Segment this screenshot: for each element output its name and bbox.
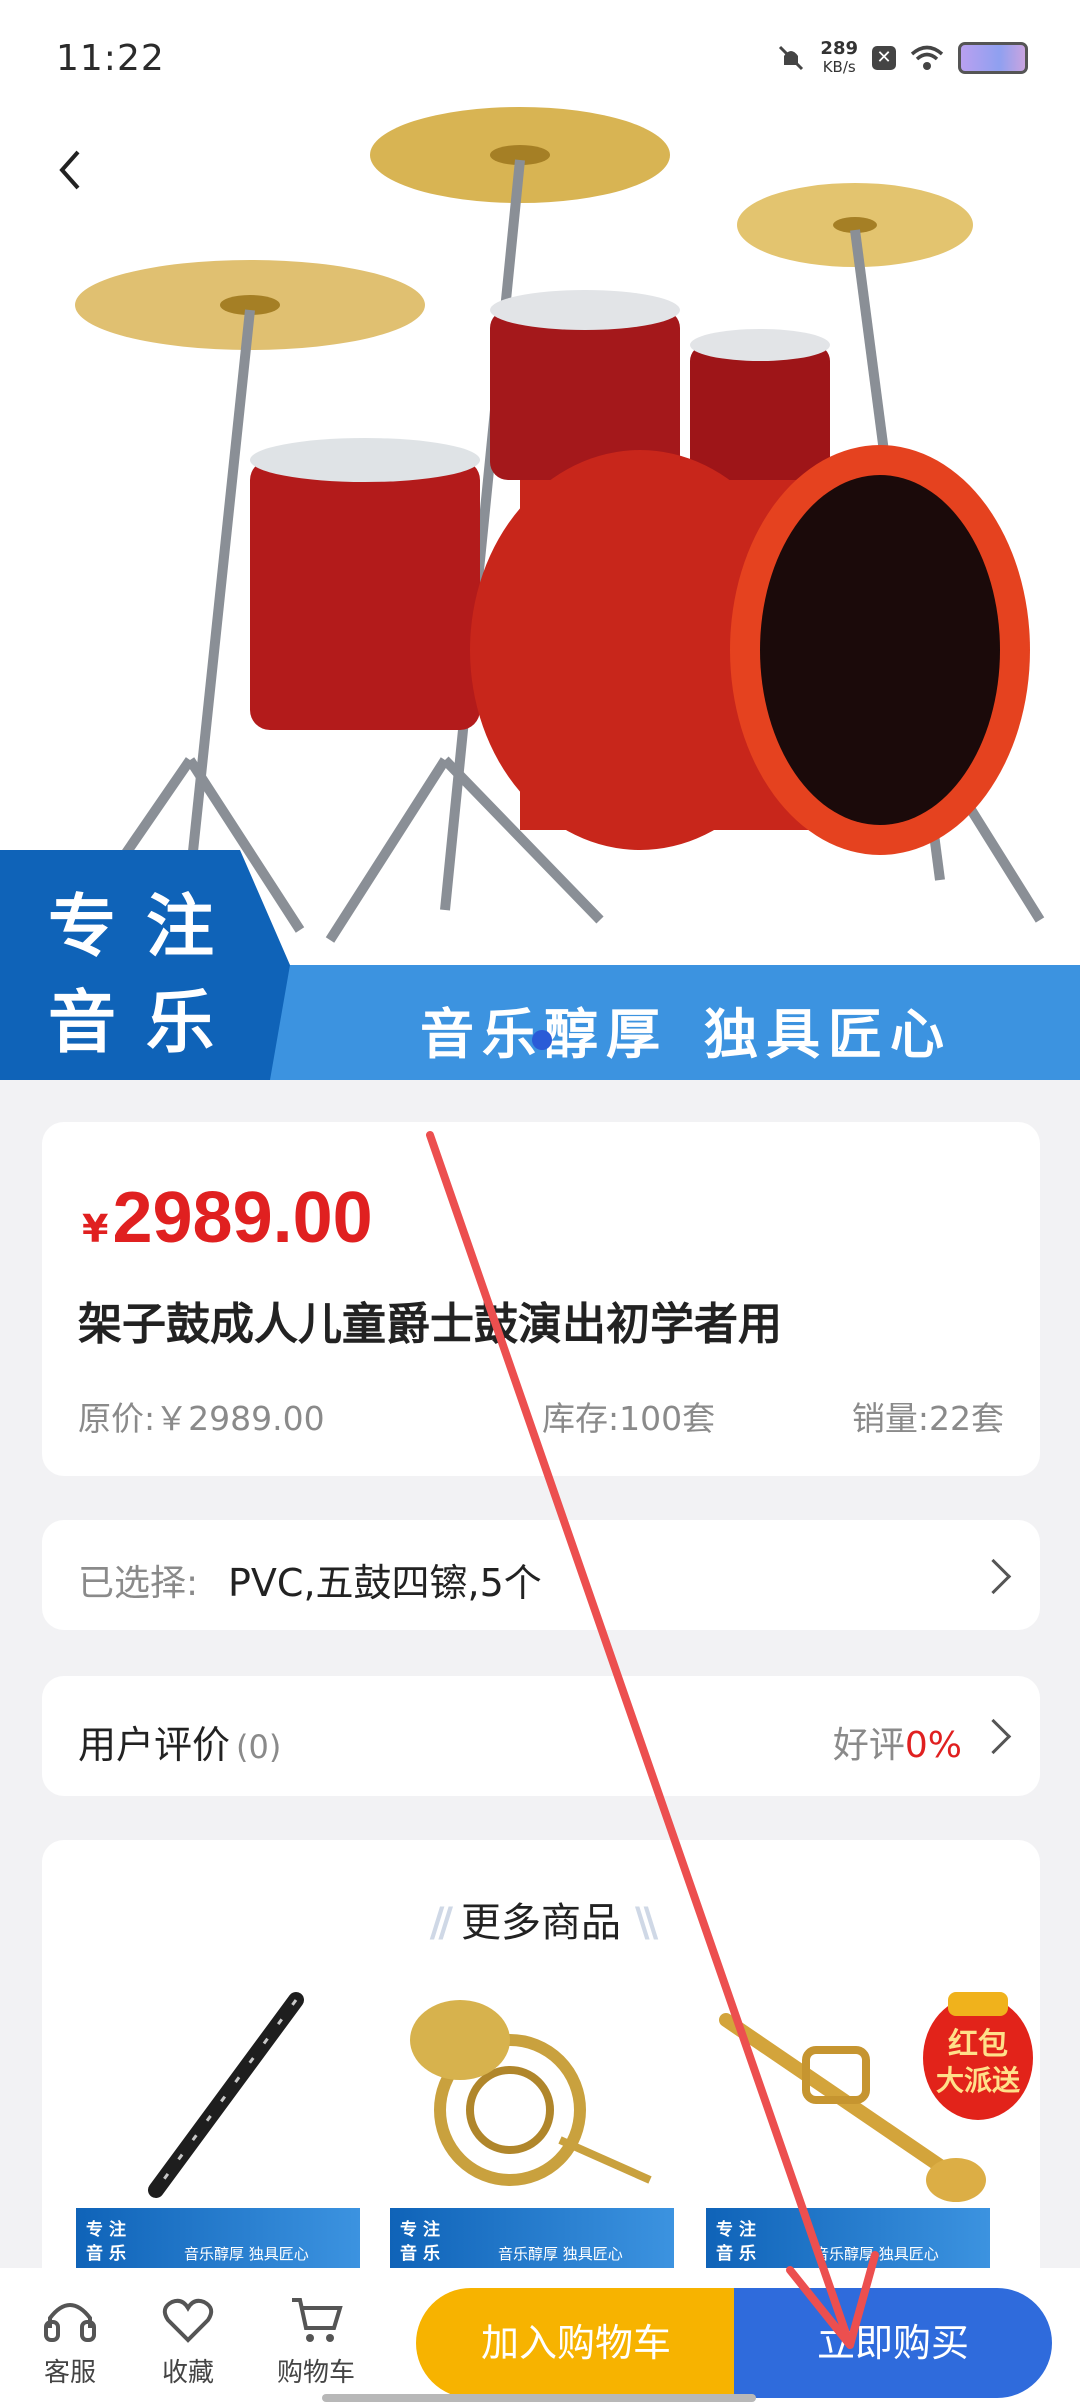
product-info-card: ¥2989.00 架子鼓成人儿童爵士鼓演出初学者用 原价:￥2989.00 库存…: [42, 1122, 1040, 1476]
oboe-image: [148, 1992, 304, 2198]
status-time: 11:22: [56, 38, 165, 79]
buy-now-button[interactable]: 立即购买: [734, 2288, 1052, 2398]
mute-bell-icon: [779, 45, 804, 71]
spec-selector[interactable]: 已选择: PVC,五鼓四镲,5个: [42, 1520, 1040, 1630]
svg-text:红包: 红包: [948, 2027, 1008, 2062]
network-speed: 289 KB/s: [820, 38, 858, 77]
shopping-cart-button[interactable]: 购物车: [266, 2294, 366, 2389]
red-envelope-icon: 红包 大派送: [923, 1992, 1033, 2120]
selection-value: PVC,五鼓四镲,5个: [228, 1561, 542, 1605]
original-price: 原价:￥2989.00: [78, 1399, 325, 1438]
sales-count: 销量:22套: [851, 1399, 1004, 1438]
reviews-label: 用户评价 (0): [78, 1723, 282, 1767]
chevron-right-icon: [975, 1558, 1012, 1595]
stock-count: 库存:100套: [542, 1399, 716, 1438]
cart-icon: [292, 2298, 343, 2342]
chevron-right-icon: [975, 1718, 1012, 1755]
carousel-indicator: [532, 1030, 552, 1050]
user-reviews-row[interactable]: 用户评价 (0) 好评0%: [42, 1676, 1040, 1796]
headset-icon: [44, 2303, 96, 2342]
more-products-title: //更多商品 \\: [429, 1900, 659, 1946]
wifi-icon: [910, 45, 944, 70]
add-to-cart-button[interactable]: 加入购物车: [416, 2288, 736, 2398]
favorite-button[interactable]: 收藏: [138, 2294, 238, 2389]
product-card-oboe[interactable]: 专注 音乐 音乐醇厚 独具匠心: [76, 1980, 360, 2270]
bottom-action-bar: 客服 收藏 购物车 加入购物车 立即购买: [0, 2268, 1080, 2408]
product-price: ¥2989.00: [82, 1178, 373, 1258]
notification-icon: ✕: [872, 46, 896, 70]
more-products-section: //更多商品 \\ 专注 音乐 音乐醇厚 独具匠心 专注 音乐 音乐醇厚 独具匠心 专…: [42, 1840, 1040, 2310]
drum-kit-image: [75, 107, 1045, 943]
banner-slogan: 专注 音乐: [48, 888, 245, 1063]
customer-service-button[interactable]: 客服: [20, 2294, 120, 2389]
svg-text:大派送: 大派送: [936, 2064, 1020, 2097]
status-icons: 289 KB/s ✕: [776, 40, 1028, 76]
red-packet-promo[interactable]: 红包 大派送: [918, 1978, 1048, 2128]
positive-rate: 好评0%: [832, 1725, 962, 1766]
battery-icon: [958, 42, 1028, 74]
back-arrow-icon[interactable]: [44, 140, 104, 200]
product-title: 架子鼓成人儿童爵士鼓演出初学者用: [78, 1299, 782, 1350]
banner-tagline: 音乐醇厚独具匠心: [420, 1003, 952, 1066]
home-indicator[interactable]: [322, 2394, 756, 2402]
product-card-french-horn[interactable]: 专注 音乐 音乐醇厚 独具匠心: [390, 1980, 674, 2270]
selection-label: 已选择:: [78, 1563, 199, 1604]
product-hero-image[interactable]: 专注 音乐 音乐醇厚独具匠心: [0, 0, 1080, 1080]
french-horn-image: [410, 2000, 652, 2186]
status-bar: 11:22 289 KB/s ✕: [0, 0, 1080, 120]
heart-icon: [162, 2298, 214, 2343]
